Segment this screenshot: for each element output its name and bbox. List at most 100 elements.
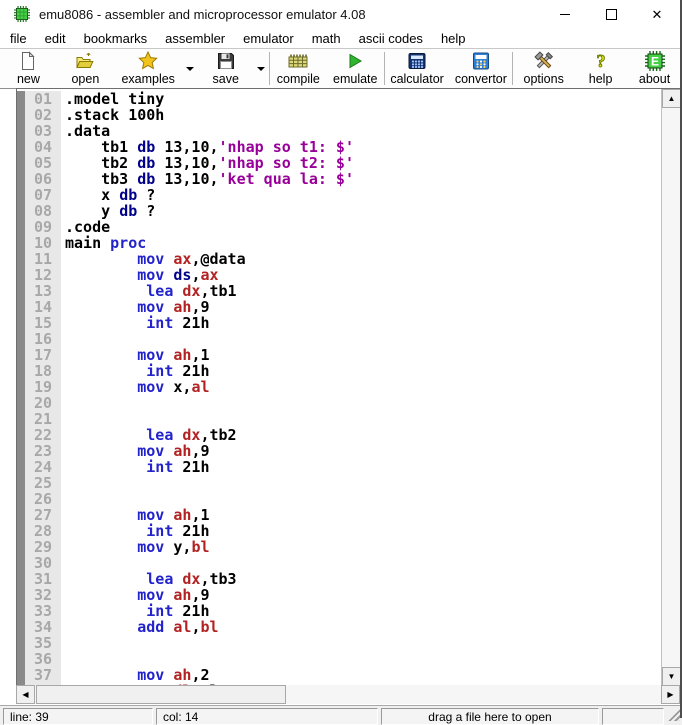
code-line[interactable]: 28 int 21h xyxy=(17,523,661,539)
code-text[interactable]: x db ? xyxy=(61,187,661,203)
close-button[interactable]: ✕ xyxy=(634,0,680,28)
code-line[interactable]: 31 lea dx,tb3 xyxy=(17,571,661,587)
code-text[interactable]: lea dx,tb1 xyxy=(61,283,661,299)
code-text[interactable] xyxy=(61,411,661,427)
code-line[interactable]: 15 int 21h xyxy=(17,315,661,331)
code-text[interactable]: .model tiny xyxy=(61,91,661,107)
toolbar-about-button[interactable]: Eabout xyxy=(627,49,682,88)
code-line[interactable]: 21 xyxy=(17,411,661,427)
toolbar-examples-dropdown-button[interactable] xyxy=(183,49,199,88)
toolbar-examples-button[interactable]: examples xyxy=(114,49,183,88)
toolbar-convertor-button[interactable]: convertor xyxy=(449,49,512,88)
code-text[interactable] xyxy=(61,651,661,667)
toolbar-emulate-button[interactable]: emulate xyxy=(327,49,384,88)
code-text[interactable]: tb1 db 13,10,'nhap so t1: $' xyxy=(61,139,661,155)
code-line[interactable]: 18 int 21h xyxy=(17,363,661,379)
code-line[interactable]: 36 xyxy=(17,651,661,667)
code-text[interactable]: int 21h xyxy=(61,363,661,379)
code-line[interactable]: 10 main proc xyxy=(17,235,661,251)
horizontal-scroll-thumb[interactable] xyxy=(36,685,286,704)
toolbar-open-button[interactable]: open xyxy=(57,49,114,88)
code-text[interactable]: int 21h xyxy=(61,315,661,331)
maximize-button[interactable] xyxy=(588,0,634,28)
toolbar-calculator-button[interactable]: calculator xyxy=(385,49,450,88)
code-area[interactable]: 01 .model tiny 02 .stack 100h 03 .data 04 tb1 … xyxy=(17,89,661,686)
toolbar-options-button[interactable]: options xyxy=(513,49,574,88)
menu-help[interactable]: help xyxy=(432,29,475,48)
scroll-left-button[interactable]: ◀ xyxy=(16,685,35,704)
code-line[interactable]: 04 tb1 db 13,10,'nhap so t1: $' xyxy=(17,139,661,155)
code-line[interactable]: 25 xyxy=(17,475,661,491)
code-text[interactable] xyxy=(61,395,661,411)
code-line[interactable]: 14 mov ah,9 xyxy=(17,299,661,315)
menu-bookmarks[interactable]: bookmarks xyxy=(75,29,157,48)
code-text[interactable] xyxy=(61,475,661,491)
code-line[interactable]: 08 y db ? xyxy=(17,203,661,219)
code-text[interactable] xyxy=(61,491,661,507)
code-line[interactable]: 26 xyxy=(17,491,661,507)
code-text[interactable] xyxy=(61,555,661,571)
horizontal-scrollbar[interactable]: ◀ ▶ xyxy=(16,685,680,704)
code-line[interactable]: 34 add al,bl xyxy=(17,619,661,635)
code-line[interactable]: 27 mov ah,1 xyxy=(17,507,661,523)
code-editor[interactable]: 01 .model tiny 02 .stack 100h 03 .data 04 tb1 … xyxy=(16,88,681,686)
code-text[interactable]: int 21h xyxy=(61,603,661,619)
code-line[interactable]: 20 xyxy=(17,395,661,411)
code-text[interactable]: mov ax,@data xyxy=(61,251,661,267)
menu-file[interactable]: file xyxy=(1,29,36,48)
menu-ascii-codes[interactable]: ascii codes xyxy=(350,29,432,48)
code-text[interactable]: .code xyxy=(61,219,661,235)
resize-grip[interactable] xyxy=(667,708,680,721)
toolbar-help-button[interactable]: ? help xyxy=(574,49,627,88)
code-text[interactable]: mov ah,1 xyxy=(61,347,661,363)
code-line[interactable]: 09 .code xyxy=(17,219,661,235)
code-line[interactable]: 11 mov ax,@data xyxy=(17,251,661,267)
menu-assembler[interactable]: assembler xyxy=(156,29,234,48)
code-text[interactable]: mov ah,9 xyxy=(61,299,661,315)
code-line[interactable]: 33 int 21h xyxy=(17,603,661,619)
code-text[interactable]: int 21h xyxy=(61,523,661,539)
code-line[interactable]: 07 x db ? xyxy=(17,187,661,203)
scroll-up-button[interactable]: ▲ xyxy=(662,89,681,108)
toolbar-compile-button[interactable]: compile xyxy=(270,49,327,88)
toolbar-save-button[interactable]: save xyxy=(198,49,253,88)
code-text[interactable]: mov ds,ax xyxy=(61,267,661,283)
menu-edit[interactable]: edit xyxy=(36,29,75,48)
code-line[interactable]: 06 tb3 db 13,10,'ket qua la: $' xyxy=(17,171,661,187)
code-line[interactable]: 16 xyxy=(17,331,661,347)
menu-emulator[interactable]: emulator xyxy=(234,29,303,48)
code-text[interactable]: tb3 db 13,10,'ket qua la: $' xyxy=(61,171,661,187)
code-text[interactable]: int 21h xyxy=(61,459,661,475)
code-text[interactable]: lea dx,tb2 xyxy=(61,427,661,443)
horizontal-scroll-track[interactable] xyxy=(286,685,661,704)
code-line[interactable]: 23 mov ah,9 xyxy=(17,443,661,459)
scroll-right-button[interactable]: ▶ xyxy=(661,685,680,704)
code-text[interactable] xyxy=(61,635,661,651)
code-text[interactable]: mov y,bl xyxy=(61,539,661,555)
code-line[interactable]: 35 xyxy=(17,635,661,651)
code-line[interactable]: 29 mov y,bl xyxy=(17,539,661,555)
code-line[interactable]: 02 .stack 100h xyxy=(17,107,661,123)
code-line[interactable]: 32 mov ah,9 xyxy=(17,587,661,603)
toolbar-new-button[interactable]: new xyxy=(0,49,57,88)
code-line[interactable]: 05 tb2 db 13,10,'nhap so t2: $' xyxy=(17,155,661,171)
code-text[interactable]: .stack 100h xyxy=(61,107,661,123)
code-text[interactable]: mov ah,2 xyxy=(61,667,661,683)
code-line[interactable]: 19 mov x,al xyxy=(17,379,661,395)
code-text[interactable]: lea dx,tb3 xyxy=(61,571,661,587)
code-text[interactable]: main proc xyxy=(61,235,661,251)
code-line[interactable]: 13 lea dx,tb1 xyxy=(17,283,661,299)
code-text[interactable]: mov ah,9 xyxy=(61,587,661,603)
code-line[interactable]: 03 .data xyxy=(17,123,661,139)
code-text[interactable]: mov ah,1 xyxy=(61,507,661,523)
code-text[interactable]: add al,bl xyxy=(61,619,661,635)
code-text[interactable]: y db ? xyxy=(61,203,661,219)
vertical-scrollbar[interactable]: ▲ ▼ xyxy=(661,89,681,686)
code-text[interactable]: mov ah,9 xyxy=(61,443,661,459)
minimize-button[interactable] xyxy=(542,0,588,28)
scroll-down-button[interactable]: ▼ xyxy=(662,667,681,686)
code-line[interactable]: 22 lea dx,tb2 xyxy=(17,427,661,443)
code-text[interactable]: mov x,al xyxy=(61,379,661,395)
code-line[interactable]: 30 xyxy=(17,555,661,571)
code-line[interactable]: 24 int 21h xyxy=(17,459,661,475)
